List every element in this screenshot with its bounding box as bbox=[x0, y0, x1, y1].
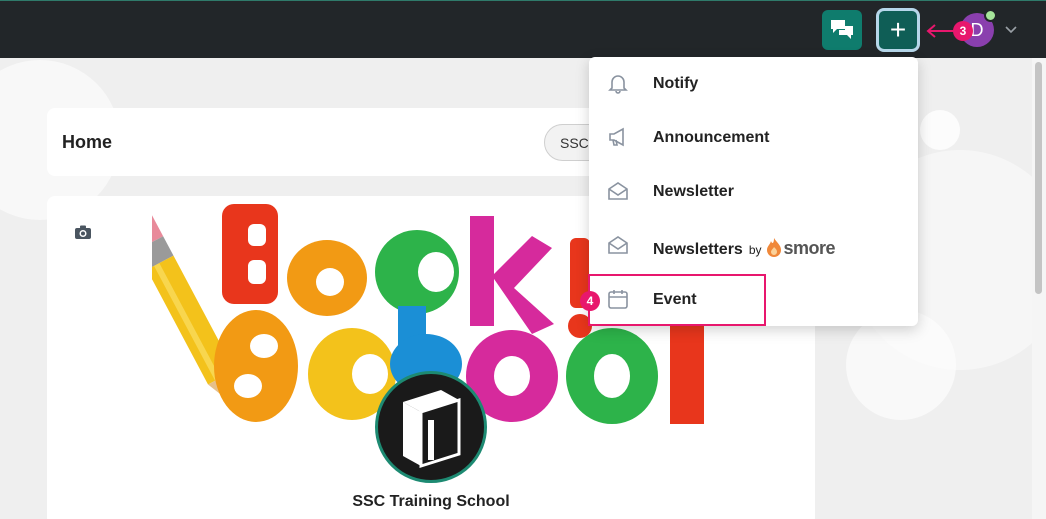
step-3-callout: 3 bbox=[953, 21, 973, 41]
top-bar: + D 3 bbox=[0, 0, 1046, 58]
school-name: SSC Training School bbox=[352, 493, 510, 510]
menu-item-label: Newsletters bbox=[653, 241, 743, 258]
add-label: + bbox=[889, 14, 907, 45]
envelope-icon bbox=[608, 182, 628, 200]
by-label: by bbox=[748, 243, 762, 257]
page-title: Home bbox=[62, 132, 113, 152]
menu-item-notify[interactable]: Notify bbox=[589, 57, 918, 111]
online-status-dot bbox=[984, 9, 997, 22]
menu-item-label: Notify bbox=[653, 75, 699, 92]
book-logo-icon bbox=[403, 390, 461, 469]
smore-brand: smore bbox=[783, 238, 836, 258]
chat-button[interactable] bbox=[822, 10, 862, 50]
menu-item-label: Newsletter bbox=[653, 183, 734, 200]
home-header-card: Home SSC bbox=[47, 108, 614, 176]
megaphone-icon bbox=[609, 127, 624, 147]
step-4-callout: 4 bbox=[580, 291, 600, 311]
step-4-number: 4 bbox=[586, 294, 594, 308]
smore-flame-icon bbox=[766, 238, 781, 257]
step-3-number: 3 bbox=[959, 24, 967, 38]
camera-icon[interactable] bbox=[74, 224, 92, 240]
chevron-down-icon[interactable] bbox=[1003, 21, 1019, 37]
chat-bubbles-icon bbox=[831, 20, 853, 39]
background-circle bbox=[920, 110, 960, 150]
menu-item-newsletters-smore[interactable]: Newsletters by smore bbox=[589, 219, 918, 273]
event-highlight-box bbox=[588, 274, 766, 326]
envelope-icon bbox=[608, 236, 628, 254]
menu-item-newsletter[interactable]: Newsletter bbox=[589, 165, 918, 219]
menu-item-announcement[interactable]: Announcement bbox=[589, 111, 918, 165]
menu-item-label: Announcement bbox=[653, 129, 770, 146]
school-logo bbox=[375, 371, 487, 483]
scrollbar-thumb[interactable] bbox=[1035, 62, 1042, 294]
bell-icon bbox=[608, 75, 628, 94]
add-content-button[interactable]: + bbox=[876, 8, 920, 52]
